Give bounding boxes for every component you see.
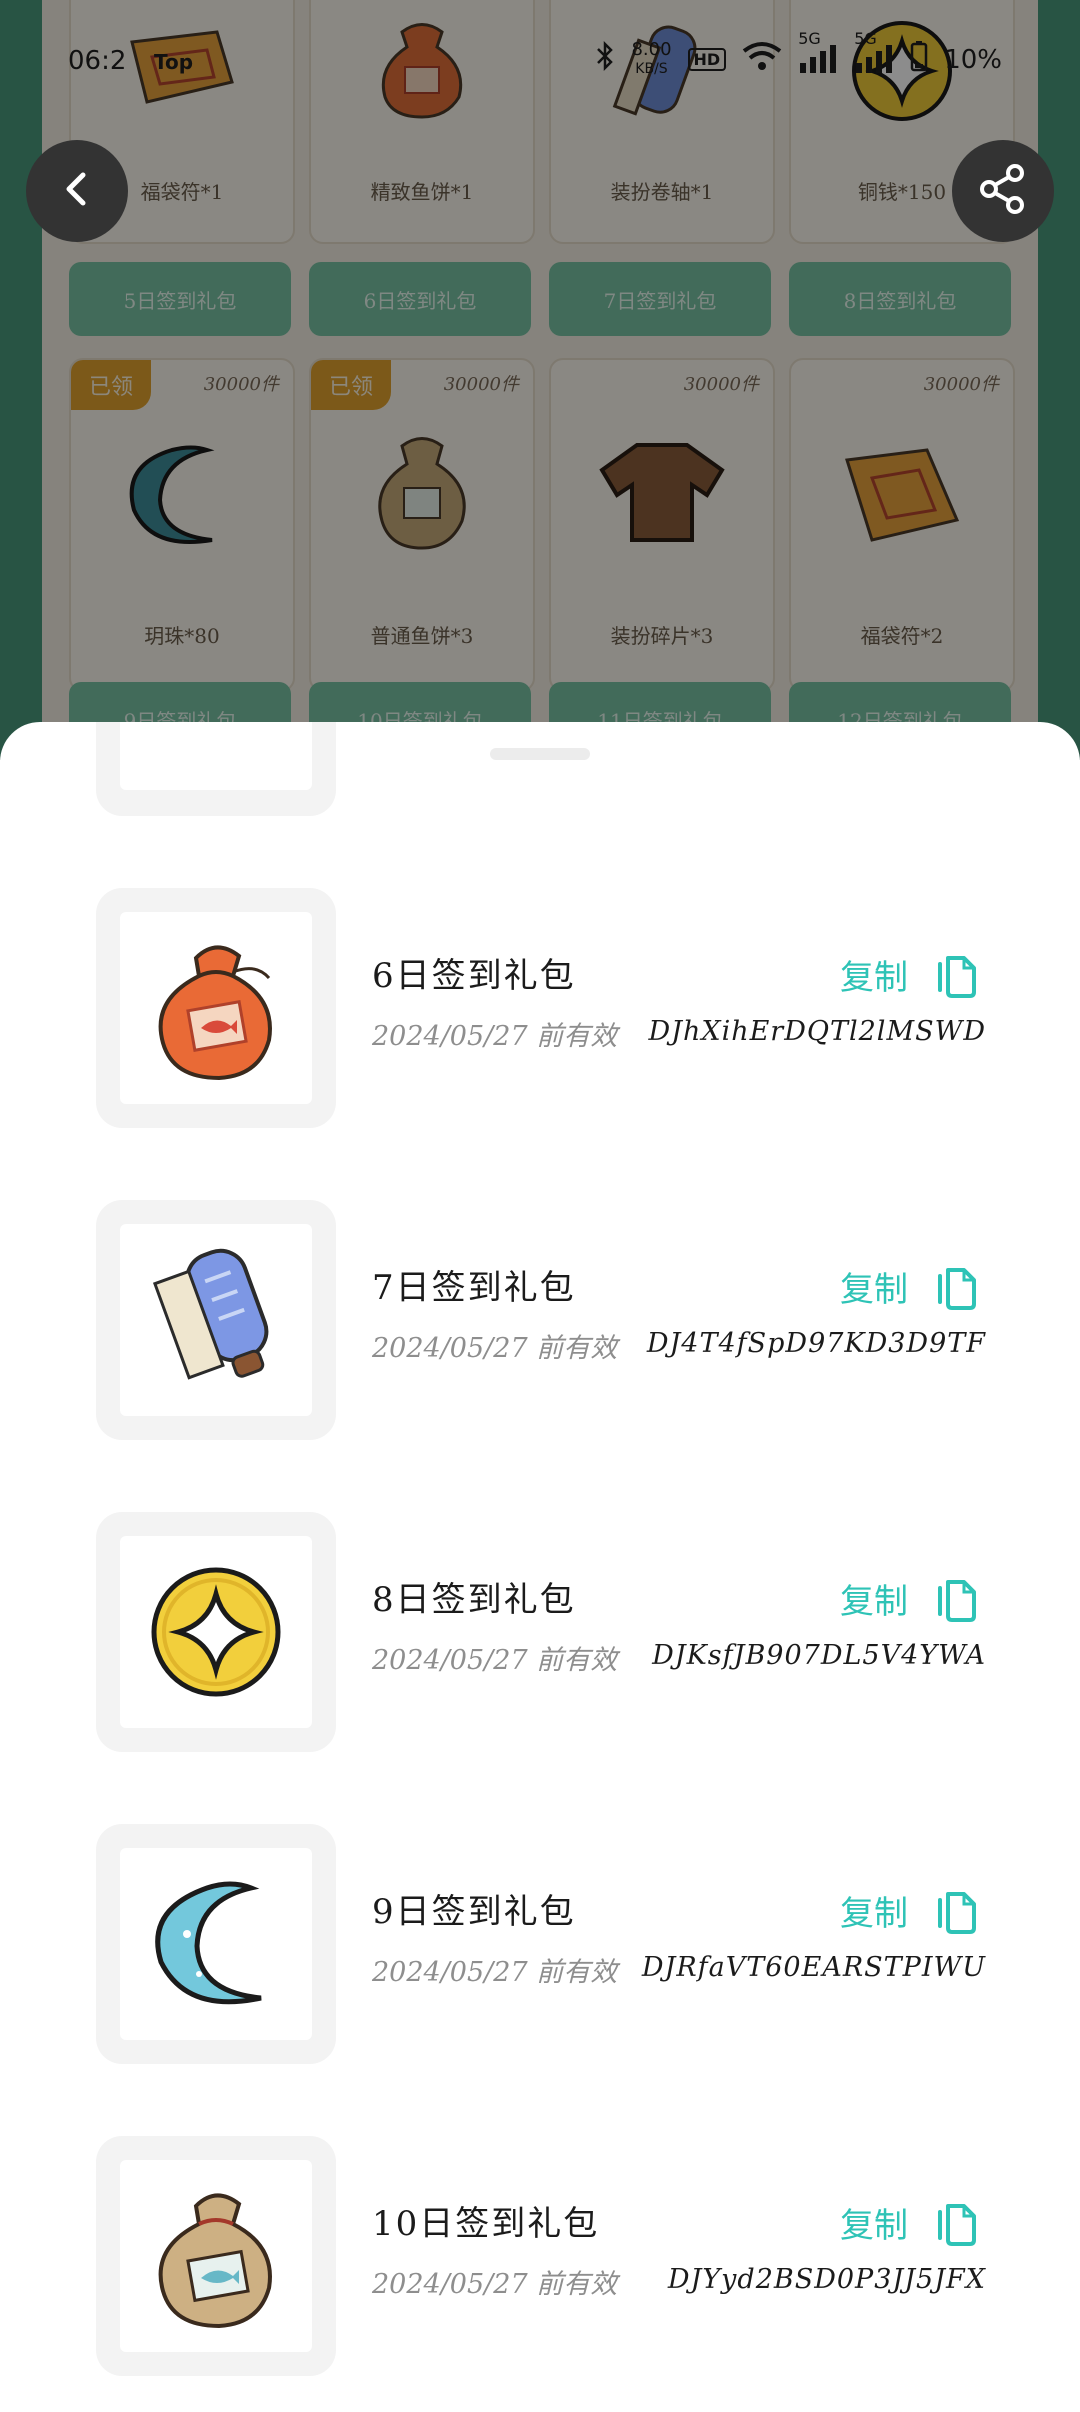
net-speed-unit: KB/S bbox=[635, 61, 668, 77]
gift-title: 7日签到礼包 bbox=[372, 1268, 576, 1308]
signal-icon: 5G bbox=[854, 29, 894, 77]
share-icon bbox=[975, 161, 1031, 221]
copy-icon[interactable] bbox=[934, 1262, 980, 1312]
gift-row: 6日签到礼包 2024/05/27 前有效 复制 DJhXihErDQTl2lM… bbox=[0, 888, 1080, 1128]
gift-title: 6日签到礼包 bbox=[372, 956, 576, 996]
gift-expiry: 2024/05/27 前有效 bbox=[372, 1333, 618, 1364]
copy-icon[interactable] bbox=[934, 950, 980, 1000]
gift-thumbnail bbox=[96, 2136, 336, 2376]
gift-row: 7日签到礼包 2024/05/27 前有效 复制 DJ4T4fSpD97KD3D… bbox=[0, 1200, 1080, 1440]
status-time: 06:2 bbox=[68, 46, 127, 76]
hd-badge: HD bbox=[687, 48, 727, 71]
status-icons: 8.00 KB/S HD 5G 5G 10% bbox=[595, 29, 1002, 79]
gift-title: 9日签到礼包 bbox=[372, 1892, 576, 1932]
gift-thumbnail bbox=[96, 1200, 336, 1440]
copy-button[interactable]: 复制 bbox=[840, 1574, 908, 1623]
gift-code: DJKsfJB907DL5V4YWA bbox=[652, 1640, 986, 1671]
gift-code: DJRfaVT60EARSTPIWU bbox=[641, 1952, 986, 1983]
net-speed-value: 8.00 bbox=[631, 39, 672, 60]
gift-title: 10日签到礼包 bbox=[372, 2204, 600, 2244]
battery-level: 10% bbox=[944, 44, 1002, 75]
gift-expiry: 2024/05/27 前有效 bbox=[372, 1021, 618, 1052]
brown-fish-bag-icon bbox=[120, 2160, 312, 2352]
status-bar: 06:2 Top 8.00 KB/S HD 5G 5G 10% bbox=[0, 0, 1080, 120]
gift-expiry: 2024/05/27 前有效 bbox=[372, 1645, 618, 1676]
gift-thumbnail bbox=[96, 888, 336, 1128]
gift-row: 10日签到礼包 2024/05/27 前有效 复制 DJYyd2BSD0P3JJ… bbox=[0, 2136, 1080, 2376]
bluetooth-icon bbox=[595, 40, 615, 79]
copy-button[interactable]: 复制 bbox=[840, 2198, 908, 2247]
share-button[interactable] bbox=[952, 140, 1054, 242]
copy-icon[interactable] bbox=[934, 2198, 980, 2248]
battery-icon bbox=[910, 40, 928, 79]
gift-expiry: 2024/05/27 前有效 bbox=[372, 2269, 618, 2300]
signal-label: 5G bbox=[854, 28, 877, 48]
gift-row: 9日签到礼包 2024/05/27 前有效 复制 DJRfaVT60EARSTP… bbox=[0, 1824, 1080, 2064]
sheet-drag-handle[interactable] bbox=[490, 748, 590, 760]
status-tag: Top bbox=[154, 50, 194, 74]
gift-code-sheet[interactable]: 6日签到礼包 2024/05/27 前有效 复制 DJhXihErDQTl2lM… bbox=[0, 722, 1080, 2412]
gift-code: DJhXihErDQTl2lMSWD bbox=[648, 1016, 986, 1047]
wifi-icon bbox=[742, 41, 782, 78]
chevron-left-icon bbox=[55, 167, 99, 215]
gift-row: 8日签到礼包 2024/05/27 前有效 复制 DJKsfJB907DL5V4… bbox=[0, 1512, 1080, 1752]
copy-icon[interactable] bbox=[934, 1574, 980, 1624]
copy-button[interactable]: 复制 bbox=[840, 1262, 908, 1311]
copy-icon[interactable] bbox=[934, 1886, 980, 1936]
gift-thumbnail bbox=[96, 1512, 336, 1752]
net-speed: 8.00 KB/S bbox=[631, 41, 671, 78]
partial-gift-thumbnail bbox=[96, 722, 336, 816]
blue-scroll-icon bbox=[120, 1224, 312, 1416]
gift-expiry: 2024/05/27 前有效 bbox=[372, 1957, 618, 1988]
blue-moon-icon bbox=[120, 1848, 312, 2040]
gift-title: 8日签到礼包 bbox=[372, 1580, 576, 1620]
gift-code: DJ4T4fSpD97KD3D9TF bbox=[646, 1328, 986, 1359]
signal-icon: 5G bbox=[798, 29, 838, 77]
gold-coin-icon bbox=[120, 1536, 312, 1728]
orange-fish-bag-icon bbox=[120, 912, 312, 1104]
gift-thumbnail bbox=[96, 1824, 336, 2064]
gift-code: DJYyd2BSD0P3JJ5JFX bbox=[667, 2264, 986, 2295]
signal-label: 5G bbox=[798, 28, 821, 48]
back-button[interactable] bbox=[26, 140, 128, 242]
copy-button[interactable]: 复制 bbox=[840, 950, 908, 999]
copy-button[interactable]: 复制 bbox=[840, 1886, 908, 1935]
